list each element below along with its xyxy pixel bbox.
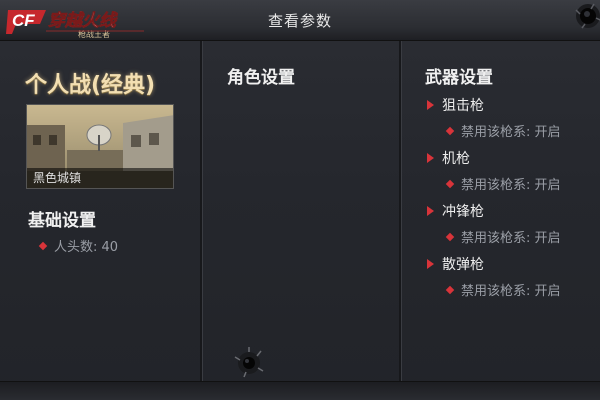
triangle-arrow-icon: [427, 153, 434, 163]
role-column: 角色设置: [202, 41, 399, 382]
map-name: 黑色城镇: [27, 168, 173, 188]
disable-setting-label: 禁用该枪系: 开启: [461, 178, 561, 193]
disable-setting-label: 禁用该枪系: 开启: [461, 231, 561, 246]
weapon-group-shotgun: 散弹枪: [427, 254, 484, 274]
weapon-group-setting: 禁用该枪系: 开启: [445, 121, 561, 140]
bullet-hole-icon: [232, 345, 266, 379]
settings-panel: 个人战(经典) 黑色城镇 基础设置 人头数: 40 角色设置 武器设置 狙击枪 …: [0, 41, 600, 400]
kill-count-label: 人头数: 40: [54, 240, 119, 255]
weapon-column: 武器设置 狙击枪 禁用该枪系: 开启 机枪 禁用该枪系: 开启 冲锋枪 禁用该枪…: [401, 41, 600, 382]
basic-setting-item: 人头数: 40: [38, 236, 119, 255]
weapon-group-smg: 冲锋枪: [427, 201, 484, 221]
top-bar: CF 穿越火线 枪战王者 查看参数: [0, 0, 600, 41]
disable-setting-label: 禁用该枪系: 开启: [461, 125, 561, 140]
weapon-group-name: 冲锋枪: [442, 204, 484, 220]
weapon-group-machinegun: 机枪: [427, 148, 470, 168]
mode-title: 个人战(经典): [25, 73, 156, 98]
triangle-arrow-icon: [427, 206, 434, 216]
diamond-bullet-icon: [445, 285, 455, 295]
weapon-group-setting: 禁用该枪系: 开启: [445, 174, 561, 193]
role-settings-title: 角色设置: [227, 68, 295, 88]
page-title: 查看参数: [267, 12, 332, 30]
weapon-group-setting: 禁用该枪系: 开启: [445, 280, 561, 299]
weapon-group-name: 机枪: [442, 151, 470, 167]
basic-settings-title: 基础设置: [28, 211, 96, 231]
weapon-group-sniper: 狙击枪: [427, 95, 484, 115]
mode-column: 个人战(经典) 黑色城镇 基础设置 人头数: 40: [0, 41, 200, 382]
diamond-bullet-icon: [445, 179, 455, 189]
bullet-hole-icon: [560, 0, 600, 40]
map-thumbnail: 黑色城镇: [26, 104, 174, 189]
bottom-bar: [0, 381, 600, 400]
weapon-group-name: 狙击枪: [442, 98, 484, 114]
diamond-bullet-icon: [445, 126, 455, 136]
weapon-group-name: 散弹枪: [442, 257, 484, 273]
triangle-arrow-icon: [427, 100, 434, 110]
triangle-arrow-icon: [427, 259, 434, 269]
weapon-group-setting: 禁用该枪系: 开启: [445, 227, 561, 246]
diamond-bullet-icon: [38, 241, 48, 251]
diamond-bullet-icon: [445, 232, 455, 242]
disable-setting-label: 禁用该枪系: 开启: [461, 284, 561, 299]
weapon-settings-title: 武器设置: [425, 68, 493, 88]
